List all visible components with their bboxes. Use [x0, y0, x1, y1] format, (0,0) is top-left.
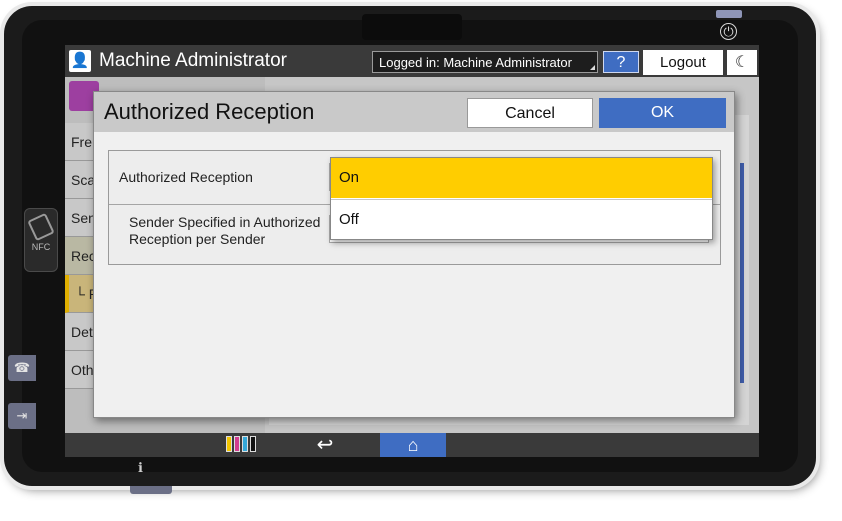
dropdown-list: On Off — [330, 157, 713, 240]
power-icon[interactable]: ⏻ — [720, 23, 737, 40]
authorized-reception-dialog: Authorized Reception Cancel OK Authorize… — [93, 91, 735, 418]
nfc-label: NFC — [31, 242, 51, 252]
page-title: Machine Administrator — [99, 50, 287, 71]
dialog-title: Authorized Reception — [104, 99, 315, 124]
logout-button[interactable]: Logout — [643, 50, 723, 75]
login-icon[interactable]: ⇥ — [8, 403, 36, 429]
authorized-reception-label: Authorized Reception — [119, 169, 253, 185]
dialog-header: Authorized Reception Cancel OK — [94, 92, 734, 132]
cancel-button[interactable]: Cancel — [467, 98, 593, 128]
camera-bar — [362, 14, 462, 40]
user-icon: 👤 — [69, 50, 91, 72]
header-bar: 👤 Machine Administrator Logged in: Machi… — [65, 45, 759, 77]
moon-icon[interactable]: ☾ — [727, 50, 757, 75]
status-led — [716, 10, 742, 18]
scrollbar[interactable] — [740, 163, 744, 383]
sender-specified-label: Sender Specified in Authorized Reception… — [129, 214, 321, 247]
nfc-icon — [27, 212, 55, 242]
ok-button[interactable]: OK — [599, 98, 726, 128]
nfc-badge: NFC — [24, 208, 58, 272]
bottom-tab — [130, 486, 172, 494]
home-icon[interactable]: ⌂ — [380, 433, 446, 457]
option-on[interactable]: On — [331, 158, 712, 198]
toner-icon[interactable] — [226, 436, 256, 452]
back-arrow-icon[interactable]: ↩ — [311, 433, 339, 457]
info-icon[interactable]: ℹ — [138, 460, 143, 476]
fax-icon[interactable]: ☎ — [8, 355, 36, 381]
option-off[interactable]: Off — [331, 199, 712, 239]
bottom-bar: ↩ ⌂ — [65, 433, 759, 457]
help-button[interactable]: ? — [603, 51, 639, 73]
login-status[interactable]: Logged in: Machine Administrator — [372, 51, 598, 73]
